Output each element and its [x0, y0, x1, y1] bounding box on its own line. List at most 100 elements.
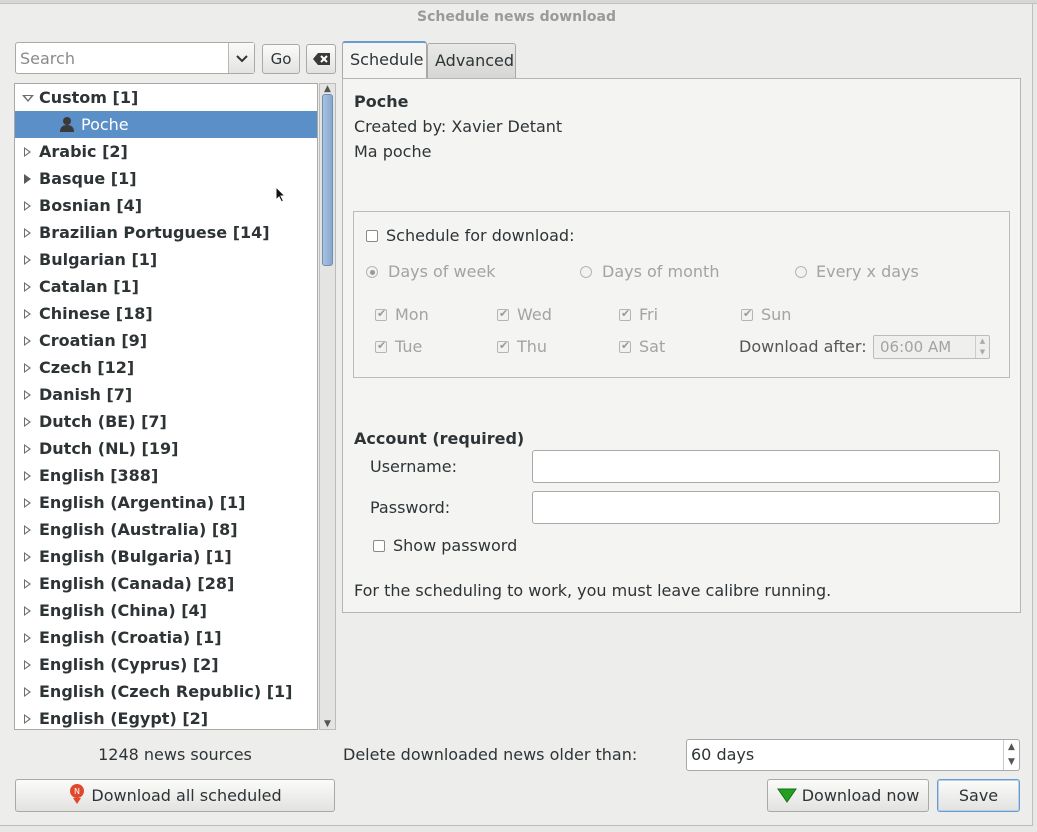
tree-item-category[interactable]: Chinese [18] [15, 300, 317, 327]
days-of-week-radio[interactable] [366, 266, 378, 278]
svg-text:N: N [74, 787, 80, 796]
tree-item-category[interactable]: Croatian [9] [15, 327, 317, 354]
tree-item-label: English (Argentina) [1] [39, 493, 246, 512]
tree-item-label: English (China) [4] [39, 601, 207, 620]
delete-older-days-input[interactable]: 60 days ▲ ▼ [686, 739, 1020, 771]
day-wed-checkbox[interactable] [497, 307, 509, 321]
tree-item-category[interactable]: English (Canada) [28] [15, 570, 317, 597]
tree-item-label: Arabic [2] [39, 142, 128, 161]
expander-open-icon[interactable] [22, 95, 34, 102]
expander-closed-icon[interactable] [24, 471, 31, 481]
tree-item-category[interactable]: Custom [1] [15, 84, 317, 111]
tree-item-label: Bosnian [4] [39, 196, 143, 215]
password-field[interactable] [532, 491, 1000, 524]
every-x-days-label[interactable]: Every x days [816, 261, 919, 283]
days-of-month-label[interactable]: Days of month [602, 261, 719, 283]
day-fri-checkbox[interactable] [619, 307, 631, 321]
tree-item-category[interactable]: Bosnian [4] [15, 192, 317, 219]
tree-item-label: Brazilian Portuguese [14] [39, 223, 270, 242]
tree-item-category[interactable]: Basque [1] [15, 165, 317, 192]
tree-item-category[interactable]: Catalan [1] [15, 273, 317, 300]
tree-item-category[interactable]: English (Bulgaria) [1] [15, 543, 317, 570]
expander-closed-icon[interactable] [24, 633, 31, 643]
recipe-title: Poche [354, 92, 409, 111]
tree-item-recipe[interactable]: Poche [15, 111, 317, 138]
days-of-month-radio[interactable] [580, 266, 592, 278]
tree-item-category[interactable]: Danish [7] [15, 381, 317, 408]
tree-item-category[interactable]: Bulgarian [1] [15, 246, 317, 273]
scrollbar-thumb[interactable] [322, 94, 333, 266]
download-after-time-input[interactable]: 06:00 AM ▲ ▼ [873, 335, 990, 359]
expander-closed-icon[interactable] [24, 579, 31, 589]
tree-item-category[interactable]: Arabic [2] [15, 138, 317, 165]
expander-closed-icon[interactable] [24, 417, 31, 427]
search-history-dropdown[interactable] [228, 43, 254, 73]
expander-closed-icon[interactable] [24, 606, 31, 616]
tree-item-category[interactable]: Brazilian Portuguese [14] [15, 219, 317, 246]
every-x-days-radio[interactable] [795, 266, 807, 278]
scroll-up-arrow[interactable]: ▲ [322, 84, 333, 94]
days-spinner[interactable]: ▲ ▼ [1003, 740, 1019, 770]
expander-closed-icon[interactable] [24, 309, 31, 319]
clear-search-button[interactable] [306, 44, 336, 74]
tree-item-category[interactable]: Czech [12] [15, 354, 317, 381]
download-all-scheduled-button[interactable]: N Download all scheduled [15, 779, 335, 812]
tree-item-category[interactable]: English (Argentina) [1] [15, 489, 317, 516]
day-mon-checkbox[interactable] [375, 307, 387, 321]
expander-closed-icon[interactable] [24, 660, 31, 670]
show-password-label[interactable]: Show password [393, 535, 517, 557]
expander-closed-icon[interactable] [24, 255, 31, 265]
expander-closed-icon[interactable] [24, 390, 31, 400]
day-sat-checkbox[interactable] [619, 339, 631, 353]
tab-schedule[interactable]: Schedule [342, 41, 427, 79]
download-now-label: Download now [801, 786, 920, 805]
expander-closed-icon[interactable] [24, 714, 31, 724]
tree-item-category[interactable]: English (China) [4] [15, 597, 317, 624]
expander-closed-icon[interactable] [24, 282, 31, 292]
tree-item-label: English (Bulgaria) [1] [39, 547, 232, 566]
username-field[interactable] [532, 450, 1000, 483]
delete-older-days-value: 60 days [691, 745, 755, 764]
schedule-enable-checkbox[interactable] [366, 230, 378, 242]
tree-item-category[interactable]: English (Australia) [8] [15, 516, 317, 543]
download-all-scheduled-label: Download all scheduled [91, 786, 282, 805]
expander-closed-icon[interactable] [24, 687, 31, 697]
tree-item-category[interactable]: English (Egypt) [2] [15, 705, 317, 729]
news-source-tree[interactable]: Custom [1] Poche Arabic [2] Basque [1] Bosni… [14, 83, 318, 730]
expander-closed-icon[interactable] [24, 552, 31, 562]
tree-item-category[interactable]: Dutch (NL) [19] [15, 435, 317, 462]
show-password-checkbox[interactable] [373, 540, 385, 552]
expander-closed-icon[interactable] [24, 147, 31, 157]
go-button[interactable]: Go [262, 44, 300, 74]
time-spinner[interactable]: ▲ ▼ [975, 336, 989, 358]
expander-closed-icon[interactable] [24, 363, 31, 373]
scroll-down-arrow[interactable]: ▼ [322, 719, 333, 729]
expander-closed-icon[interactable] [24, 174, 31, 184]
expander-closed-icon[interactable] [24, 444, 31, 454]
schedule-enable-label[interactable]: Schedule for download: [386, 225, 574, 247]
day-wed-label: Wed [517, 305, 552, 324]
tree-scrollbar[interactable]: ▲ ▼ [319, 83, 336, 730]
day-tue-checkbox[interactable] [375, 339, 387, 353]
search-input[interactable]: Search [15, 42, 255, 74]
account-heading: Account (required) [354, 429, 525, 448]
expander-closed-icon[interactable] [24, 525, 31, 535]
days-of-week-label[interactable]: Days of week [388, 261, 496, 283]
tree-item-category[interactable]: English (Croatia) [1] [15, 624, 317, 651]
save-button[interactable]: Save [937, 779, 1020, 812]
tree-item-category[interactable]: English (Czech Republic) [1] [15, 678, 317, 705]
tab-advanced[interactable]: Advanced [427, 43, 516, 78]
tree-item-category[interactable]: Dutch (BE) [7] [15, 408, 317, 435]
tab-advanced-label: Advanced [435, 51, 515, 70]
expander-closed-icon[interactable] [24, 498, 31, 508]
tree-item-category[interactable]: English (Cyprus) [2] [15, 651, 317, 678]
download-now-button[interactable]: Download now [767, 779, 929, 812]
expander-closed-icon[interactable] [24, 336, 31, 346]
username-label: Username: [370, 457, 457, 476]
tree-item-category[interactable]: English [388] [15, 462, 317, 489]
expander-closed-icon[interactable] [24, 228, 31, 238]
day-sun-checkbox[interactable] [741, 307, 753, 321]
day-thu-checkbox[interactable] [497, 339, 509, 353]
recipe-description: Ma poche [354, 142, 432, 161]
expander-closed-icon[interactable] [24, 201, 31, 211]
